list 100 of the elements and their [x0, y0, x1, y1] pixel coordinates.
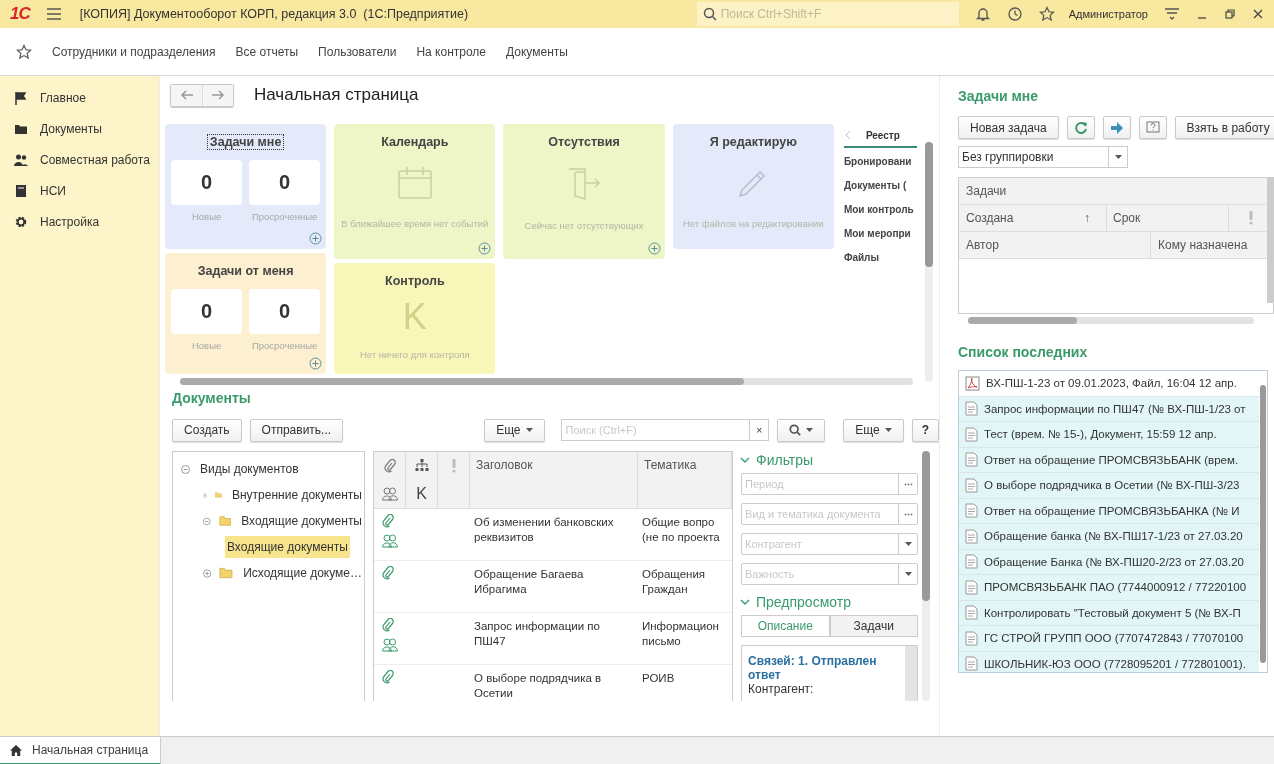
expand-icon[interactable] [203, 490, 208, 500]
scrollbar[interactable] [1267, 178, 1273, 303]
tab[interactable]: Задачи [829, 615, 918, 637]
toolbar-button[interactable]: Отправить... [249, 418, 344, 442]
help-button[interactable] [1138, 116, 1167, 139]
recent-item[interactable]: Ответ на обращение ПРОМСВЯЗЬБАНК (врем. [959, 447, 1259, 473]
add-icon[interactable] [647, 242, 661, 255]
recent-item[interactable]: Ответ на обращение ПРОМСВЯЗЬБАНКА (№ И [959, 498, 1259, 524]
add-icon[interactable] [309, 357, 323, 370]
nav-link[interactable]: На контроле [416, 44, 487, 59]
tree-item[interactable]: Виды документов [198, 458, 301, 480]
scrollbar[interactable] [180, 378, 913, 385]
widget-title[interactable]: Задачи от меня [194, 263, 297, 279]
nav-link[interactable]: Сотрудники и подразделения [52, 44, 216, 59]
add-icon[interactable] [309, 232, 323, 245]
counter-value[interactable]: 0 [249, 289, 321, 334]
widget-title[interactable]: Задачи мне [206, 134, 285, 150]
recent-item[interactable]: Контролировать "Тестовый документ 5 (№ ВХ-П [959, 600, 1259, 626]
column-header[interactable]: Срок [1106, 205, 1228, 231]
sidebar-item[interactable]: НСИ [0, 175, 159, 206]
register-item[interactable]: Мои меропри [843, 228, 918, 252]
widget-title[interactable]: Отсутствия [545, 134, 623, 150]
recent-item[interactable]: ГС СТРОЙ ГРУПП ООО (7707472843 / 77070100 [959, 626, 1259, 652]
new-task-button[interactable]: Новая задача [958, 116, 1059, 139]
column-header[interactable]: K [406, 480, 438, 508]
back-button[interactable] [171, 84, 202, 106]
recent-item[interactable]: ПРОМСВЯЗЬБАНК ПАО (7744000912 / 77220100 [959, 575, 1259, 601]
user-name[interactable]: Администратор [1068, 8, 1148, 20]
toolbar-button[interactable]: Создать [172, 418, 242, 442]
star-icon[interactable] [16, 43, 32, 60]
help-button[interactable]: ? [911, 418, 939, 442]
forward-button[interactable] [202, 84, 233, 106]
group-title[interactable]: Фильтры [756, 452, 814, 468]
recent-item[interactable]: О выборе подрядчика в Осетии (№ ВХ-ПШ-3/23 [959, 473, 1259, 499]
menu-icon[interactable] [1164, 7, 1180, 21]
preview-heading: Связей: 1. Отправлен ответ [748, 654, 878, 682]
sidebar-item[interactable]: Документы [0, 113, 159, 144]
nav-link[interactable]: Пользователи [318, 44, 397, 59]
widget-title[interactable]: Календарь [378, 134, 452, 150]
recent-item[interactable]: Запрос информации по ПШ47 (№ ВХ-ПШ-1/23 от [959, 396, 1259, 422]
register-item[interactable]: Документы ( [843, 180, 918, 204]
sidebar-item[interactable]: Совместная работа [0, 144, 159, 175]
scrollbar[interactable] [925, 142, 933, 382]
close-icon[interactable] [1252, 8, 1264, 20]
column-header[interactable]: Кому назначена [1150, 232, 1248, 258]
register-item[interactable]: Бронировани [843, 156, 918, 180]
nav-link[interactable]: Документы [506, 44, 568, 59]
tree-item[interactable]: Входящие документы [239, 510, 364, 532]
column-header[interactable]: Создана [959, 211, 1084, 225]
widget-title[interactable]: Я редактирую [706, 134, 800, 150]
search-icon [702, 7, 717, 21]
widget-title[interactable]: Контроль [382, 273, 448, 289]
register-item[interactable]: Мои контроль [843, 204, 918, 228]
recent-item[interactable]: Обращение Банка (№ ВХ-ПШ20-2/23 от 27.03.20 [959, 549, 1259, 575]
tree-item[interactable]: Исходящие докуме… [241, 562, 364, 584]
counter-value[interactable]: 0 [249, 160, 321, 205]
tree-item[interactable]: Внутренние документы [229, 484, 364, 506]
register-item[interactable]: Файлы [843, 252, 918, 276]
scrollbar[interactable] [968, 317, 1254, 324]
search-button[interactable] [777, 418, 826, 442]
clear-button[interactable]: × [749, 420, 769, 440]
history-icon[interactable] [1006, 6, 1023, 22]
recent-item[interactable]: Тест (врем. № 15-), Документ, 15:59 12 апр. [959, 422, 1259, 448]
column-header[interactable]: Заголовок [470, 452, 638, 508]
recent-item[interactable]: Обращение банка (№ ВХ-ПШ17-1/23 от 27.03.20 [959, 524, 1259, 550]
counter-value[interactable]: 0 [171, 289, 243, 334]
column-header[interactable]: Автор [959, 238, 1150, 252]
collapse-icon[interactable] [203, 516, 211, 526]
more-button[interactable]: Еще [843, 418, 904, 442]
sidebar-item[interactable]: Настройка [0, 206, 159, 237]
nav-link[interactable]: Все отчеты [235, 44, 299, 59]
more-button[interactable]: Еще [484, 418, 545, 442]
scrollbar[interactable] [1260, 385, 1266, 663]
scrollbar[interactable] [922, 451, 930, 701]
column-header[interactable]: Тематика [638, 452, 732, 508]
restore-icon[interactable] [1224, 8, 1236, 20]
bell-icon[interactable] [974, 6, 991, 22]
grouping-dropdown[interactable]: Без группировки [958, 146, 1128, 168]
group-title[interactable]: Предпросмотр [756, 594, 851, 610]
tab[interactable]: Реестр [865, 129, 900, 141]
take-to-work-button[interactable]: Взять в работу [1174, 116, 1274, 139]
refresh-button[interactable] [1066, 116, 1095, 139]
search-field[interactable]: Поиск Ctrl+Shift+F [696, 2, 959, 26]
counter-value[interactable]: 0 [171, 160, 243, 205]
tab[interactable]: Описание [741, 615, 830, 637]
menu-icon[interactable] [45, 7, 62, 21]
chevron-icon[interactable] [740, 598, 750, 606]
chevron-icon[interactable] [740, 456, 750, 464]
chevron-left-icon[interactable] [843, 130, 852, 140]
add-icon[interactable] [478, 242, 492, 255]
star-icon[interactable] [1038, 6, 1055, 22]
recent-item[interactable]: ШКОЛЬНИК-ЮЗ ООО (7728095201 / 772801001). [959, 651, 1259, 672]
tree-item[interactable]: Входящие документы [225, 536, 350, 558]
scrollbar[interactable] [905, 646, 917, 701]
open-tab[interactable]: Начальная страница [0, 737, 162, 764]
collapse-icon[interactable] [181, 464, 190, 474]
expand-icon[interactable] [203, 568, 212, 578]
refresh-icon [1073, 120, 1088, 135]
sidebar-item[interactable]: Главное [0, 82, 159, 113]
forward-button[interactable] [1102, 116, 1131, 139]
